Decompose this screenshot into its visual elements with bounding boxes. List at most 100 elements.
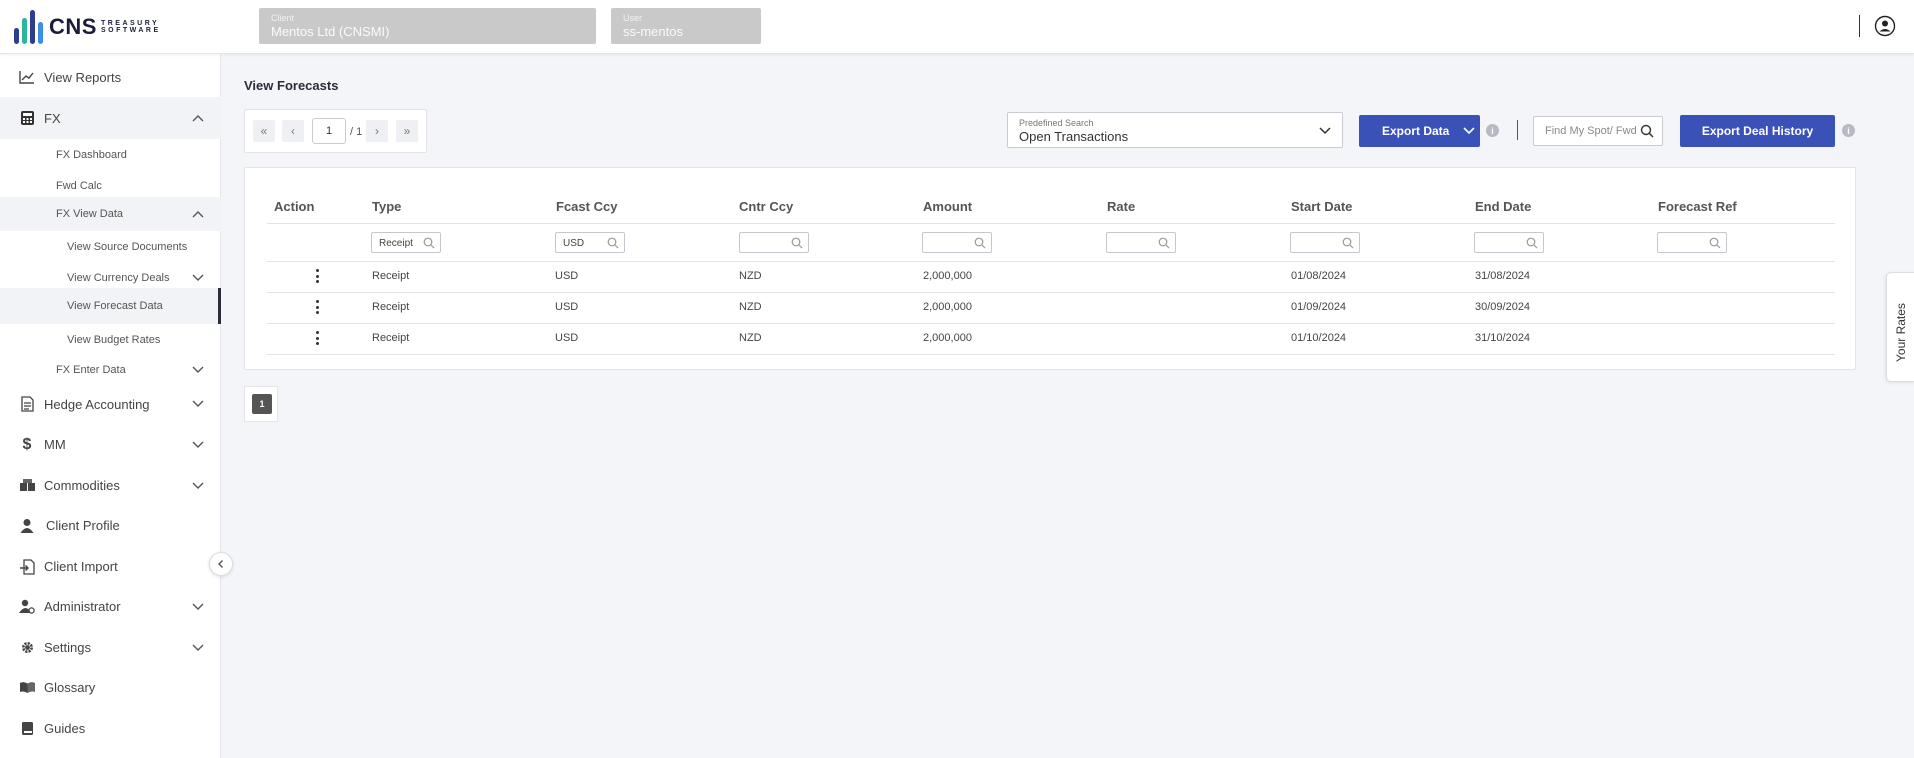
cell-end-date: 30/09/2024 (1475, 301, 1531, 313)
chevron-down-icon[interactable] (191, 600, 205, 614)
your-rates-label: Your Rates (1894, 303, 1908, 362)
chevron-down-icon[interactable] (1462, 124, 1476, 138)
column-header-start-date[interactable]: Start Date (1291, 199, 1352, 214)
start-date-filter-input[interactable] (1290, 232, 1360, 253)
filter-value: Receipt (379, 238, 413, 249)
cell-end-date: 31/08/2024 (1475, 270, 1531, 282)
client-selector[interactable]: Client Mentos Ltd (CNSMI) (259, 8, 596, 44)
sidebar-item-view-source-documents[interactable]: View Source Documents (0, 232, 221, 262)
export-deal-history-label: Export Deal History (1701, 124, 1814, 138)
sidebar-item-fx[interactable]: FX (0, 97, 221, 139)
top-header: CNS TREASURY SOFTWARE Client Mentos Ltd … (0, 0, 1914, 54)
sidebar-item-guides[interactable]: Guides (0, 708, 221, 749)
first-page-button[interactable]: « (253, 120, 275, 142)
sidebar-item-view-budget-rates[interactable]: View Budget Rates (0, 325, 221, 355)
sidebar-item-fx-dashboard[interactable]: FX Dashboard (0, 140, 221, 170)
book-icon (18, 720, 36, 738)
row-action-menu-icon[interactable] (314, 331, 320, 345)
sidebar-label: View Currency Deals (67, 272, 170, 284)
last-page-button[interactable]: » (396, 120, 418, 142)
sidebar-collapse-button[interactable] (209, 552, 233, 576)
sidebar-item-fx-enter-data[interactable]: FX Enter Data (0, 355, 221, 385)
forecast-ref-filter-input[interactable] (1657, 232, 1727, 253)
bottom-pager: 1 (244, 386, 278, 422)
sidebar-item-hedge-accounting[interactable]: Hedge Accounting (0, 383, 221, 425)
logo-bars-icon (14, 10, 43, 44)
chevron-down-icon[interactable] (191, 438, 205, 452)
fcast-ccy-filter-input[interactable]: USD (555, 232, 625, 253)
sidebar-label: FX (44, 110, 61, 126)
search-icon[interactable] (1640, 124, 1654, 138)
chevron-up-icon[interactable] (191, 111, 205, 125)
find-spot-fwd-input[interactable]: Find My Spot/ Fwd (1533, 116, 1663, 146)
type-filter-input[interactable]: Receipt (371, 232, 441, 253)
chevron-down-icon[interactable] (191, 271, 205, 285)
sidebar-item-client-import[interactable]: Client Import (0, 546, 221, 587)
sidebar-item-fx-view-data[interactable]: FX View Data (0, 197, 221, 231)
next-page-button[interactable]: › (366, 120, 388, 142)
column-header-fcast-ccy[interactable]: Fcast Ccy (556, 199, 617, 214)
predefined-search-select[interactable]: Predefined Search Open Transactions (1007, 112, 1343, 148)
your-rates-tab[interactable]: Your Rates (1886, 272, 1914, 382)
sidebar-item-view-forecast-data[interactable]: View Forecast Data (0, 288, 221, 324)
cns-logo[interactable]: CNS TREASURY SOFTWARE (14, 8, 164, 46)
column-header-amount[interactable]: Amount (923, 199, 972, 214)
sidebar-label: FX Enter Data (56, 364, 126, 376)
export-data-button[interactable]: Export Data (1359, 115, 1480, 147)
row-divider-line (267, 354, 1835, 355)
chevron-down-icon[interactable] (191, 397, 205, 411)
cell-type: Receipt (372, 270, 410, 282)
amount-filter-input[interactable] (922, 232, 992, 253)
column-header-type[interactable]: Type (372, 199, 401, 214)
export-data-label: Export Data (1382, 124, 1450, 138)
cell-start-date: 01/08/2024 (1291, 270, 1347, 282)
rate-filter-input[interactable] (1106, 232, 1176, 253)
user-label: User (623, 13, 643, 23)
column-header-cntr-ccy[interactable]: Cntr Ccy (739, 199, 793, 214)
end-date-filter-input[interactable] (1474, 232, 1544, 253)
column-header-end-date[interactable]: End Date (1475, 199, 1531, 214)
cell-cntr-ccy: NZD (739, 270, 762, 282)
predefined-search-value: Open Transactions (1019, 129, 1129, 144)
search-icon (791, 237, 803, 249)
sidebar-item-view-reports[interactable]: View Reports (0, 60, 221, 94)
sidebar-label: Client Profile (46, 518, 120, 533)
page-1-button[interactable]: 1 (252, 394, 272, 414)
predefined-search-label: Predefined Search (1019, 118, 1094, 128)
sidebar-item-administrator[interactable]: Administrator (0, 586, 221, 627)
boxes-icon (18, 477, 36, 495)
user-selector[interactable]: User ss-mentos (611, 8, 761, 44)
export-data-info-icon[interactable]: i (1486, 124, 1499, 137)
sidebar-item-glossary[interactable]: Glossary (0, 667, 221, 708)
cell-fcast-ccy: USD (555, 301, 579, 313)
chevron-down-icon[interactable] (191, 363, 205, 377)
sidebar: View Reports FX FX Dashboard Fwd Calc FX… (0, 54, 221, 758)
cell-type: Receipt (372, 301, 410, 313)
chevron-down-icon[interactable] (191, 641, 205, 655)
column-header-forecast-ref[interactable]: Forecast Ref (1658, 199, 1737, 214)
cntr-ccy-filter-input[interactable] (739, 232, 809, 253)
page-number-input[interactable]: 1 (312, 118, 346, 144)
chevron-up-icon[interactable] (191, 207, 205, 221)
user-value: ss-mentos (623, 24, 683, 39)
cell-type: Receipt (372, 332, 410, 344)
fx-calculator-icon (18, 109, 36, 127)
open-book-icon (18, 679, 36, 697)
sidebar-item-client-profile[interactable]: Client Profile (0, 505, 221, 546)
export-deal-history-info-icon[interactable]: i (1842, 124, 1855, 137)
search-icon (1526, 237, 1538, 249)
row-action-menu-icon[interactable] (314, 300, 320, 314)
cell-start-date: 01/09/2024 (1291, 301, 1347, 313)
cell-amount: 2,000,000 (923, 332, 972, 344)
user-profile-icon[interactable] (1874, 15, 1896, 37)
column-header-rate[interactable]: Rate (1107, 199, 1135, 214)
line-chart-icon (18, 68, 36, 86)
sidebar-item-settings[interactable]: Settings (0, 627, 221, 668)
cell-cntr-ccy: NZD (739, 332, 762, 344)
export-deal-history-button[interactable]: Export Deal History (1680, 115, 1835, 147)
chevron-down-icon[interactable] (191, 479, 205, 493)
sidebar-item-commodities[interactable]: Commodities (0, 465, 221, 506)
prev-page-button[interactable]: ‹ (282, 120, 304, 142)
row-action-menu-icon[interactable] (314, 269, 320, 283)
sidebar-item-mm[interactable]: $ MM (0, 424, 221, 465)
